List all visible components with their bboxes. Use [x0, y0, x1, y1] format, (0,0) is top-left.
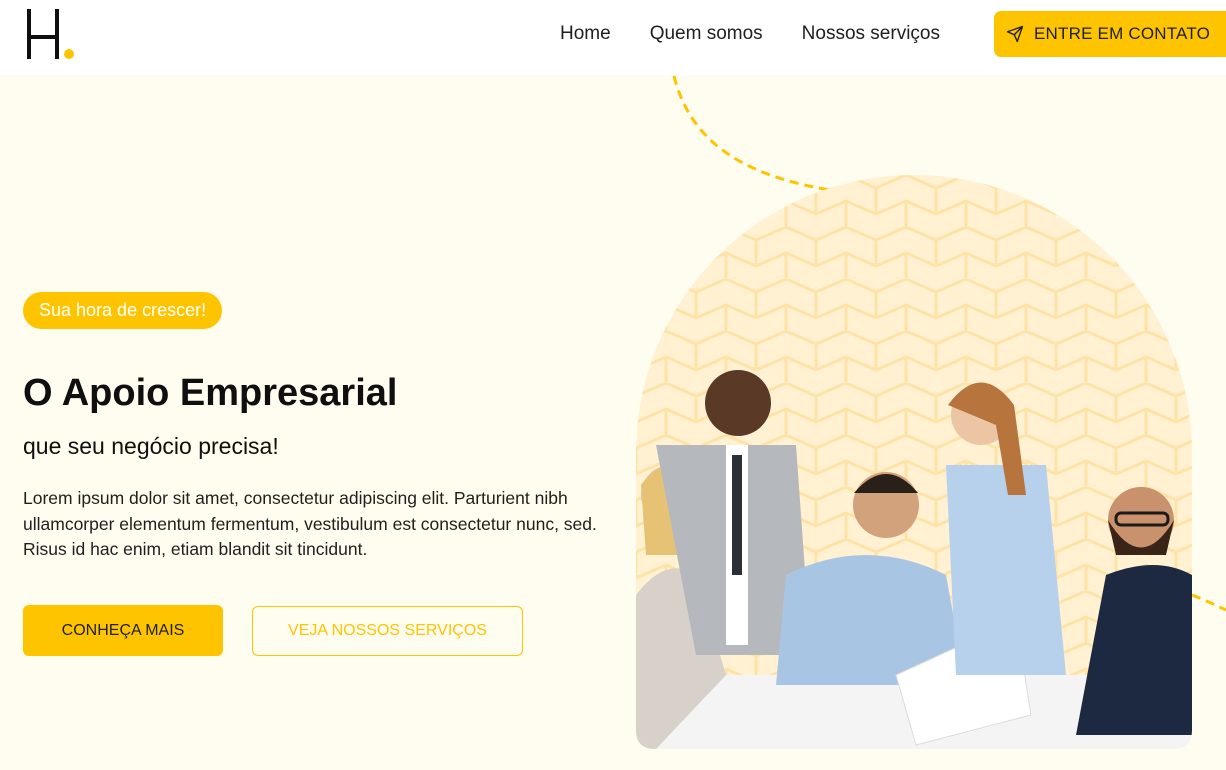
nav-quem-somos[interactable]: Quem somos — [650, 23, 763, 45]
logo[interactable] — [26, 8, 78, 60]
main-nav: Home Quem somos Nossos serviços — [560, 0, 979, 68]
hero-badge: Sua hora de crescer! — [23, 292, 223, 329]
see-services-button[interactable]: VEJA NOSSOS SERVIÇOS — [252, 606, 523, 656]
send-icon — [1006, 25, 1024, 43]
contact-button[interactable]: ENTRE EM CONTATO — [994, 11, 1226, 57]
nav-nossos-servicos[interactable]: Nossos serviços — [802, 23, 940, 45]
contact-button-label: ENTRE EM CONTATO — [1034, 24, 1211, 43]
hero-team-image — [636, 175, 1192, 749]
learn-more-button[interactable]: CONHEÇA MAIS — [23, 605, 223, 656]
hero-subtitle: que seu negócio precisa! — [23, 433, 279, 459]
nav-home[interactable]: Home — [560, 23, 611, 45]
hero-description: Lorem ipsum dolor sit amet, consectetur … — [23, 488, 597, 559]
hero-title: O Apoio Empresarial — [23, 372, 398, 414]
header: Home Quem somos Nossos serviços ENTRE EM… — [0, 0, 1226, 75]
